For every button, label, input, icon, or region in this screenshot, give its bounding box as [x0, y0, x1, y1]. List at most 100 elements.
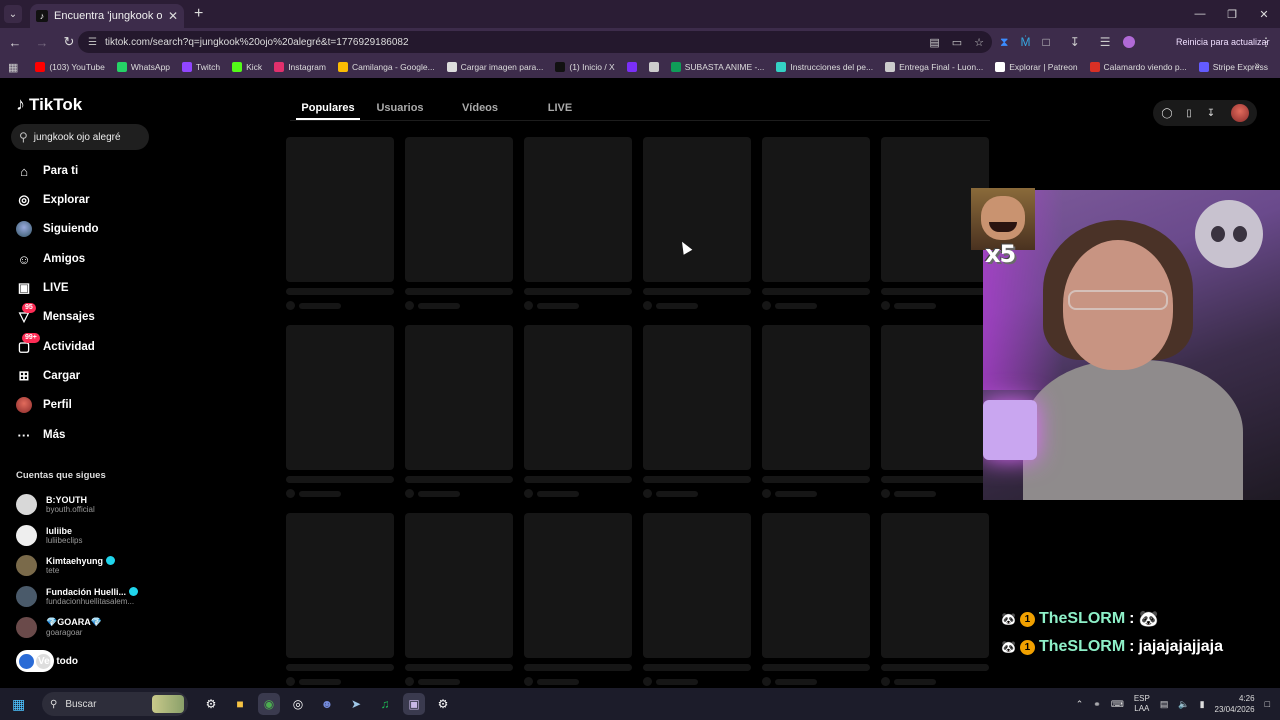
- translate-icon[interactable]: ▤: [929, 36, 939, 49]
- following-account[interactable]: B:YOUTH byouth.official: [16, 492, 95, 516]
- steam-icon[interactable]: ➤: [345, 693, 367, 715]
- sidebar-item-parati[interactable]: ⌂ Para ti: [16, 160, 78, 182]
- taskbar-search[interactable]: ⚲ Buscar: [42, 692, 188, 716]
- sidebar-item-live[interactable]: ▣ LIVE: [16, 277, 69, 299]
- following-account[interactable]: Fundación Huelli... fundacionhuellitasale…: [16, 584, 139, 608]
- settings-gear-icon[interactable]: ⚙: [432, 693, 454, 715]
- tab-populares[interactable]: Populares: [296, 96, 360, 120]
- bookmark-item[interactable]: Instagram: [274, 62, 326, 72]
- download-icon[interactable]: ↧: [1205, 108, 1217, 119]
- taskbar-search-label: Buscar: [65, 698, 97, 710]
- bookmark-item[interactable]: Camilanga - Google...: [337, 62, 435, 72]
- volume-icon[interactable]: 🔈: [1178, 699, 1189, 710]
- following-account[interactable]: luliibe luliibeclips: [16, 523, 82, 547]
- bookmark-item[interactable]: Calamardo viendo p...: [1089, 62, 1187, 72]
- close-tab-icon[interactable]: ✕: [168, 9, 178, 23]
- sidebar-item-label: LIVE: [43, 282, 69, 294]
- site-info-icon[interactable]: ☰: [88, 37, 97, 48]
- microphone-icon[interactable]: ⚭: [1093, 699, 1101, 710]
- chat-username: TheSLORM: [1038, 610, 1126, 627]
- spotify-icon[interactable]: ♫: [374, 693, 396, 715]
- bookmark-item[interactable]: (103) YouTube: [35, 62, 105, 72]
- see-all-button[interactable]: Ver todo: [16, 650, 78, 672]
- tray-chevron-icon[interactable]: ⌃: [1076, 699, 1084, 710]
- cast-icon[interactable]: ▭: [952, 36, 962, 49]
- bookmark-item[interactable]: Twitch: [182, 62, 220, 72]
- bookmark-star-icon[interactable]: ☆: [974, 36, 984, 49]
- bookmark-item[interactable]: Cargar imagen para...: [446, 62, 543, 72]
- bookmark-item[interactable]: [626, 62, 637, 72]
- bookmark-item[interactable]: (1) Inicio / X: [555, 62, 615, 72]
- sidebar-item-explorar[interactable]: ◎ Explorar: [16, 189, 89, 211]
- sidebar-item-cargar[interactable]: ⊞ Cargar: [16, 365, 81, 387]
- author-name-placeholder: [775, 302, 817, 309]
- sidebar-item-label: Cargar: [43, 370, 81, 382]
- sidebar-item-amigos[interactable]: ☺ Amigos: [16, 248, 85, 270]
- battery-icon[interactable]: ▮: [1200, 699, 1205, 710]
- extension-icon[interactable]: ⧗: [1000, 35, 1008, 50]
- sidebar-item-actividad[interactable]: ▢ 99+ Actividad: [16, 333, 95, 358]
- tiktok-logo[interactable]: ♪ TikTok: [16, 94, 82, 115]
- bookmark-item[interactable]: Instrucciones del pe...: [776, 62, 873, 72]
- keyboard-icon[interactable]: ⌨: [1111, 699, 1124, 710]
- network-icon[interactable]: ▤: [1160, 699, 1169, 710]
- extension-translate-icon[interactable]: Ṁ: [1020, 35, 1030, 49]
- clock[interactable]: 4:26 23/04/2026: [1215, 693, 1255, 715]
- coins-icon[interactable]: ◯: [1161, 108, 1173, 119]
- minimize-window-button[interactable]: —: [1184, 0, 1216, 28]
- notifications-icon[interactable]: □: [1265, 699, 1270, 709]
- sidebar-item-siguiendo[interactable]: Siguiendo: [16, 218, 99, 240]
- file-explorer-icon[interactable]: ■: [229, 693, 251, 715]
- back-button[interactable]: ←: [3, 30, 27, 54]
- forward-button[interactable]: →: [30, 30, 54, 54]
- language-indicator[interactable]: ESP LAA: [1134, 694, 1150, 714]
- apps-grid-icon[interactable]: ▦: [8, 61, 21, 74]
- search-icon: ⚲: [19, 130, 28, 144]
- browser-menu-icon[interactable]: ⋮: [1260, 28, 1272, 56]
- taskbar-app-icon[interactable]: ⚙: [200, 693, 222, 715]
- tab-usuarios[interactable]: Usuarios: [360, 96, 440, 120]
- extensions-puzzle-icon[interactable]: □: [1042, 35, 1049, 49]
- browser-tab-active[interactable]: ♪ Encuentra 'jungkook ojo alegré' ✕: [30, 4, 184, 28]
- following-account[interactable]: Kimtaehyung tete: [16, 553, 116, 577]
- sidebar-item-ms[interactable]: ··· Más: [16, 424, 66, 446]
- address-bar-url[interactable]: tiktok.com/search?q=jungkook%20ojo%20ale…: [105, 37, 409, 48]
- video-card-placeholder: [762, 137, 870, 310]
- tab-live[interactable]: LIVE: [520, 96, 600, 120]
- bookmark-label: (1) Inicio / X: [569, 62, 615, 72]
- search-input[interactable]: ⚲ jungkook ojo alegré: [11, 124, 149, 150]
- windows-start-icon[interactable]: ▦: [12, 696, 32, 713]
- sidebar-item-perfil[interactable]: Perfil: [16, 394, 72, 416]
- discord-icon[interactable]: ☻: [316, 693, 338, 715]
- account-name: Kimtaehyung: [46, 556, 116, 566]
- bookmark-item[interactable]: Entrega Final - Luon...: [885, 62, 983, 72]
- close-window-button[interactable]: ✕: [1248, 0, 1280, 28]
- downloads-icon[interactable]: ↧: [1070, 35, 1080, 49]
- bookmark-favicon-icon: [1089, 62, 1100, 72]
- search-input-value[interactable]: jungkook ojo alegré: [34, 132, 121, 143]
- bookmark-item[interactable]: Explorar | Patreon: [995, 62, 1078, 72]
- tab-vdeos[interactable]: Vídeos: [440, 96, 520, 120]
- video-card-placeholder: [286, 137, 394, 310]
- obs-icon[interactable]: ◎: [287, 693, 309, 715]
- sidebar-item-mensajes[interactable]: ▽ 95 Mensajes: [16, 303, 95, 328]
- bookmark-item[interactable]: [648, 62, 659, 72]
- bookmark-item[interactable]: WhatsApp: [116, 62, 170, 72]
- more-bookmarks-icon[interactable]: »: [1254, 60, 1260, 71]
- chat-username: TheSLORM: [1038, 638, 1126, 655]
- get-app-icon[interactable]: ▯: [1183, 108, 1195, 119]
- bookmark-item[interactable]: Kick: [232, 62, 262, 72]
- bookmark-item[interactable]: SUBASTA ANIME -...: [670, 62, 764, 72]
- bookmark-label: Camilanga - Google...: [351, 62, 435, 72]
- profile-avatar-icon[interactable]: [1122, 36, 1135, 48]
- tab-search-button[interactable]: ⌄: [4, 5, 22, 23]
- new-tab-button[interactable]: +: [194, 5, 203, 23]
- following-account[interactable]: 💎GOARA💎 goaragoar: [16, 615, 102, 639]
- restore-window-button[interactable]: ❐: [1216, 0, 1248, 28]
- profile-avatar[interactable]: [1231, 104, 1249, 122]
- reading-list-icon[interactable]: ☰: [1100, 35, 1111, 49]
- app-window-icon[interactable]: ▣: [403, 693, 425, 715]
- address-bar[interactable]: ☰ tiktok.com/search?q=jungkook%20ojo%20a…: [78, 31, 992, 53]
- microphone: [983, 400, 1037, 460]
- chrome-icon[interactable]: ◉: [258, 693, 280, 715]
